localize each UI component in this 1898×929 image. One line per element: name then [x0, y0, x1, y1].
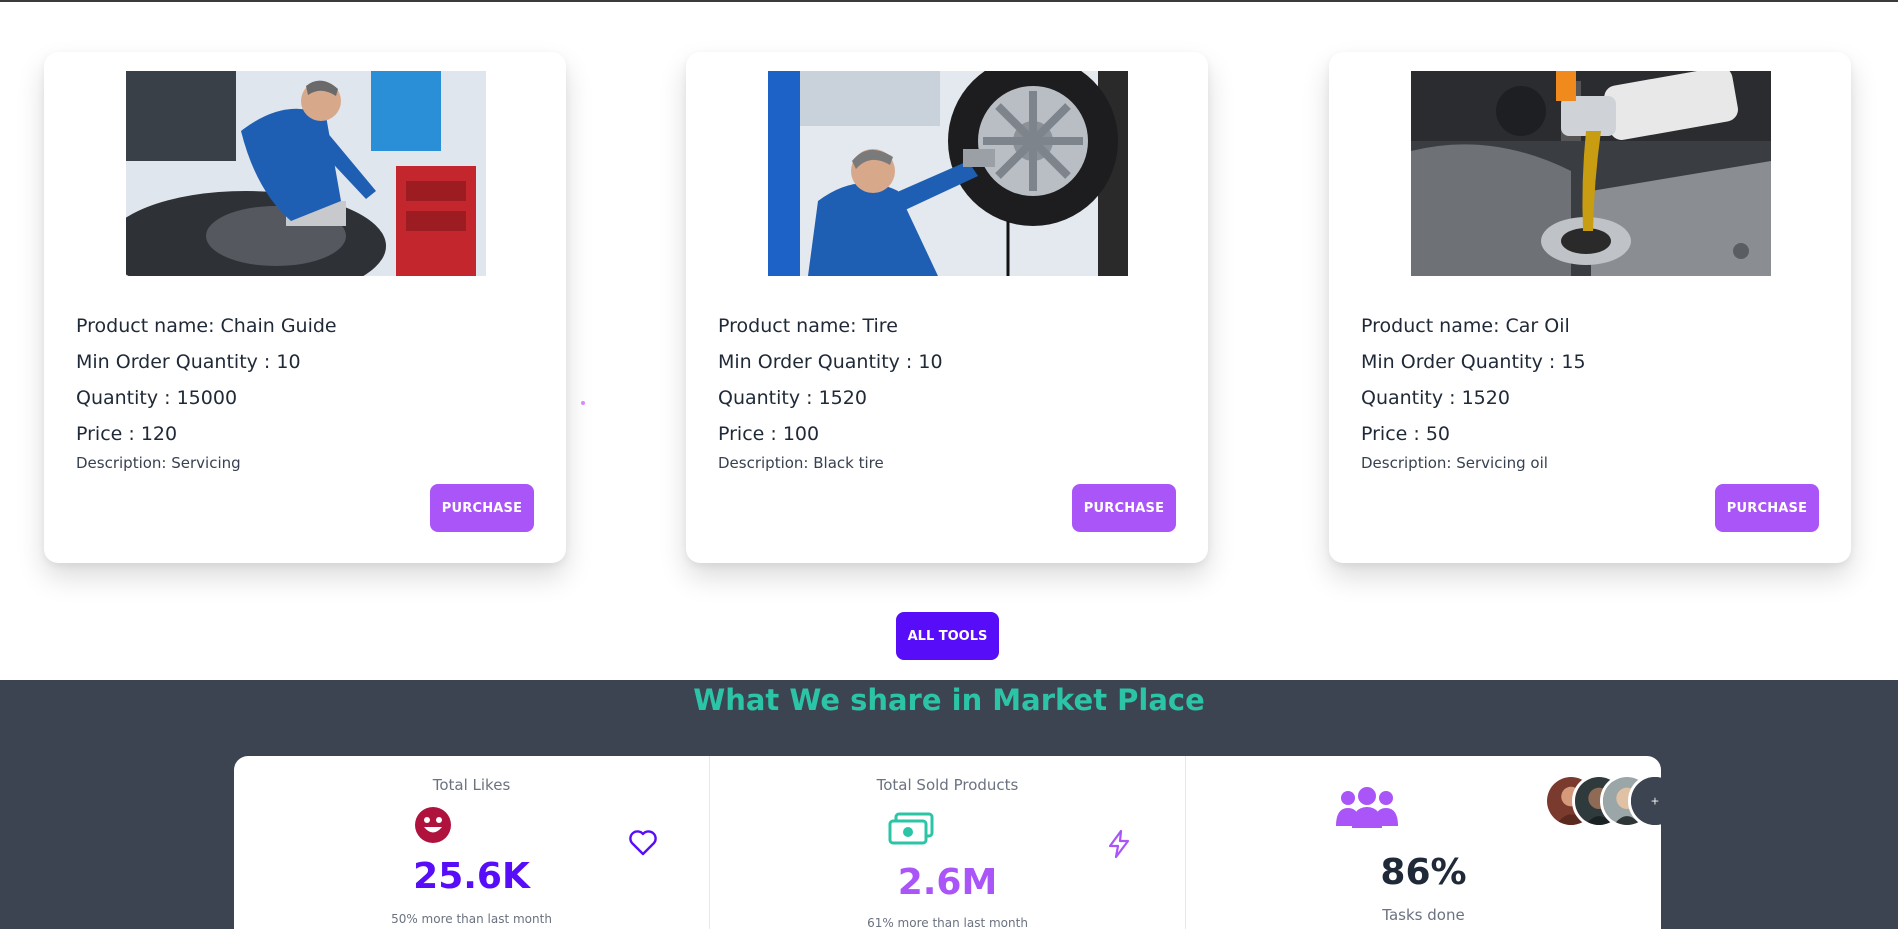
stat-value: 25.6K	[413, 856, 530, 897]
svg-text:+: +	[1651, 795, 1660, 808]
purchase-button[interactable]: PURCHASE	[430, 484, 534, 532]
all-tools-button[interactable]: ALL TOOLS	[896, 612, 999, 660]
product-min-order: Min Order Quantity : 10	[718, 351, 943, 373]
product-min-order: Min Order Quantity : 15	[1361, 351, 1586, 373]
product-price: Price : 50	[1361, 423, 1451, 445]
product-description: Description: Servicing	[76, 454, 241, 472]
top-divider	[0, 0, 1898, 2]
product-image-mechanic-engine	[126, 71, 486, 276]
stat-desc: 50% more than last month	[391, 912, 552, 926]
product-card-tire: Product name: Tire Min Order Quantity : …	[686, 52, 1208, 563]
stat-value: 86%	[1380, 852, 1467, 893]
stats-panel: Total Likes 25.6K 50% more than last mon…	[234, 756, 1661, 929]
section-title: What We share in Market Place	[693, 683, 1205, 717]
purchase-button[interactable]: PURCHASE	[1072, 484, 1176, 532]
stat-total-likes: Total Likes 25.6K 50% more than last mon…	[234, 756, 710, 929]
product-name: Product name: Car Oil	[1361, 315, 1570, 337]
product-description: Description: Black tire	[718, 454, 884, 472]
smile-icon	[414, 806, 452, 849]
product-card-chain-guide: Product name: Chain Guide Min Order Quan…	[44, 52, 566, 563]
product-quantity: Quantity : 1520	[1361, 387, 1510, 409]
stat-desc: Tasks done	[1382, 906, 1465, 924]
cash-icon	[888, 811, 934, 852]
users-icon	[1334, 786, 1400, 833]
product-price: Price : 120	[76, 423, 178, 445]
purchase-button[interactable]: PURCHASE	[1715, 484, 1819, 532]
product-image-mechanic-tire	[768, 71, 1128, 276]
stat-tasks-done: + 86% Tasks done	[1186, 756, 1661, 929]
product-name: Product name: Tire	[718, 315, 898, 337]
product-min-order: Min Order Quantity : 10	[76, 351, 301, 373]
bolt-icon[interactable]	[1106, 829, 1132, 864]
stat-total-sold-products: Total Sold Products 2.6M 61% more than l…	[710, 756, 1186, 929]
product-quantity: Quantity : 15000	[76, 387, 238, 409]
stat-title: Total Sold Products	[876, 776, 1019, 794]
stat-title: Total Likes	[432, 776, 511, 794]
avatar-group: +	[1544, 774, 1661, 828]
product-description: Description: Servicing oil	[1361, 454, 1548, 472]
product-image-oil-pour	[1411, 71, 1771, 276]
product-price: Price : 100	[718, 423, 820, 445]
stat-value: 2.6M	[897, 862, 998, 903]
product-card-car-oil: Product name: Car Oil Min Order Quantity…	[1329, 52, 1851, 563]
product-name: Product name: Chain Guide	[76, 315, 337, 337]
stat-desc: 61% more than last month	[867, 916, 1028, 929]
product-quantity: Quantity : 1520	[718, 387, 867, 409]
decorative-dot	[581, 401, 585, 405]
